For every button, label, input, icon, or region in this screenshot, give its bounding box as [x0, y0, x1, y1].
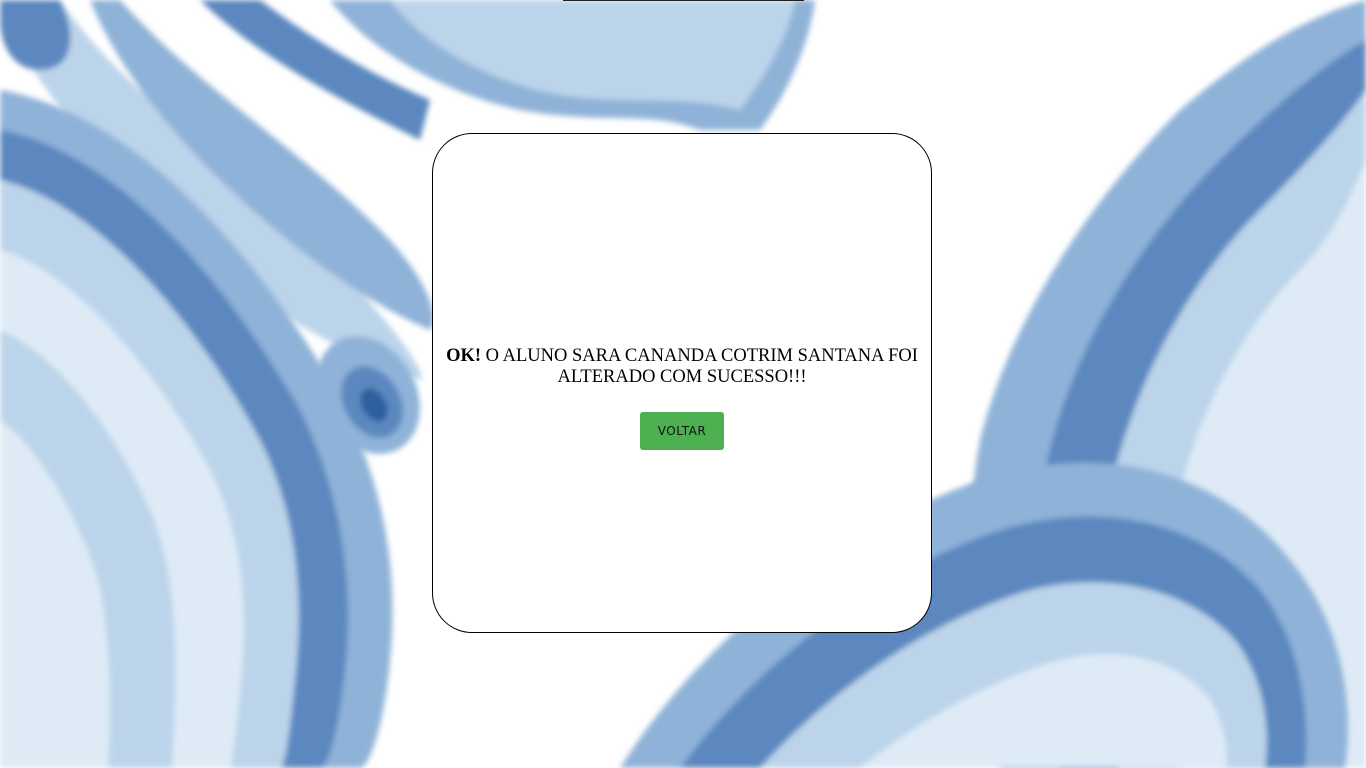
top-divider-line — [563, 0, 804, 1]
back-button[interactable]: VOLTAR — [640, 412, 724, 450]
status-text: O ALUNO SARA CANANDA COTRIM SANTANA FOI … — [481, 346, 918, 387]
result-dialog: OK! O ALUNO SARA CANANDA COTRIM SANTANA … — [432, 133, 932, 633]
status-ok-label: OK! — [446, 346, 482, 366]
status-message: OK! O ALUNO SARA CANANDA COTRIM SANTANA … — [442, 346, 922, 388]
back-button-label: VOLTAR — [657, 424, 707, 438]
